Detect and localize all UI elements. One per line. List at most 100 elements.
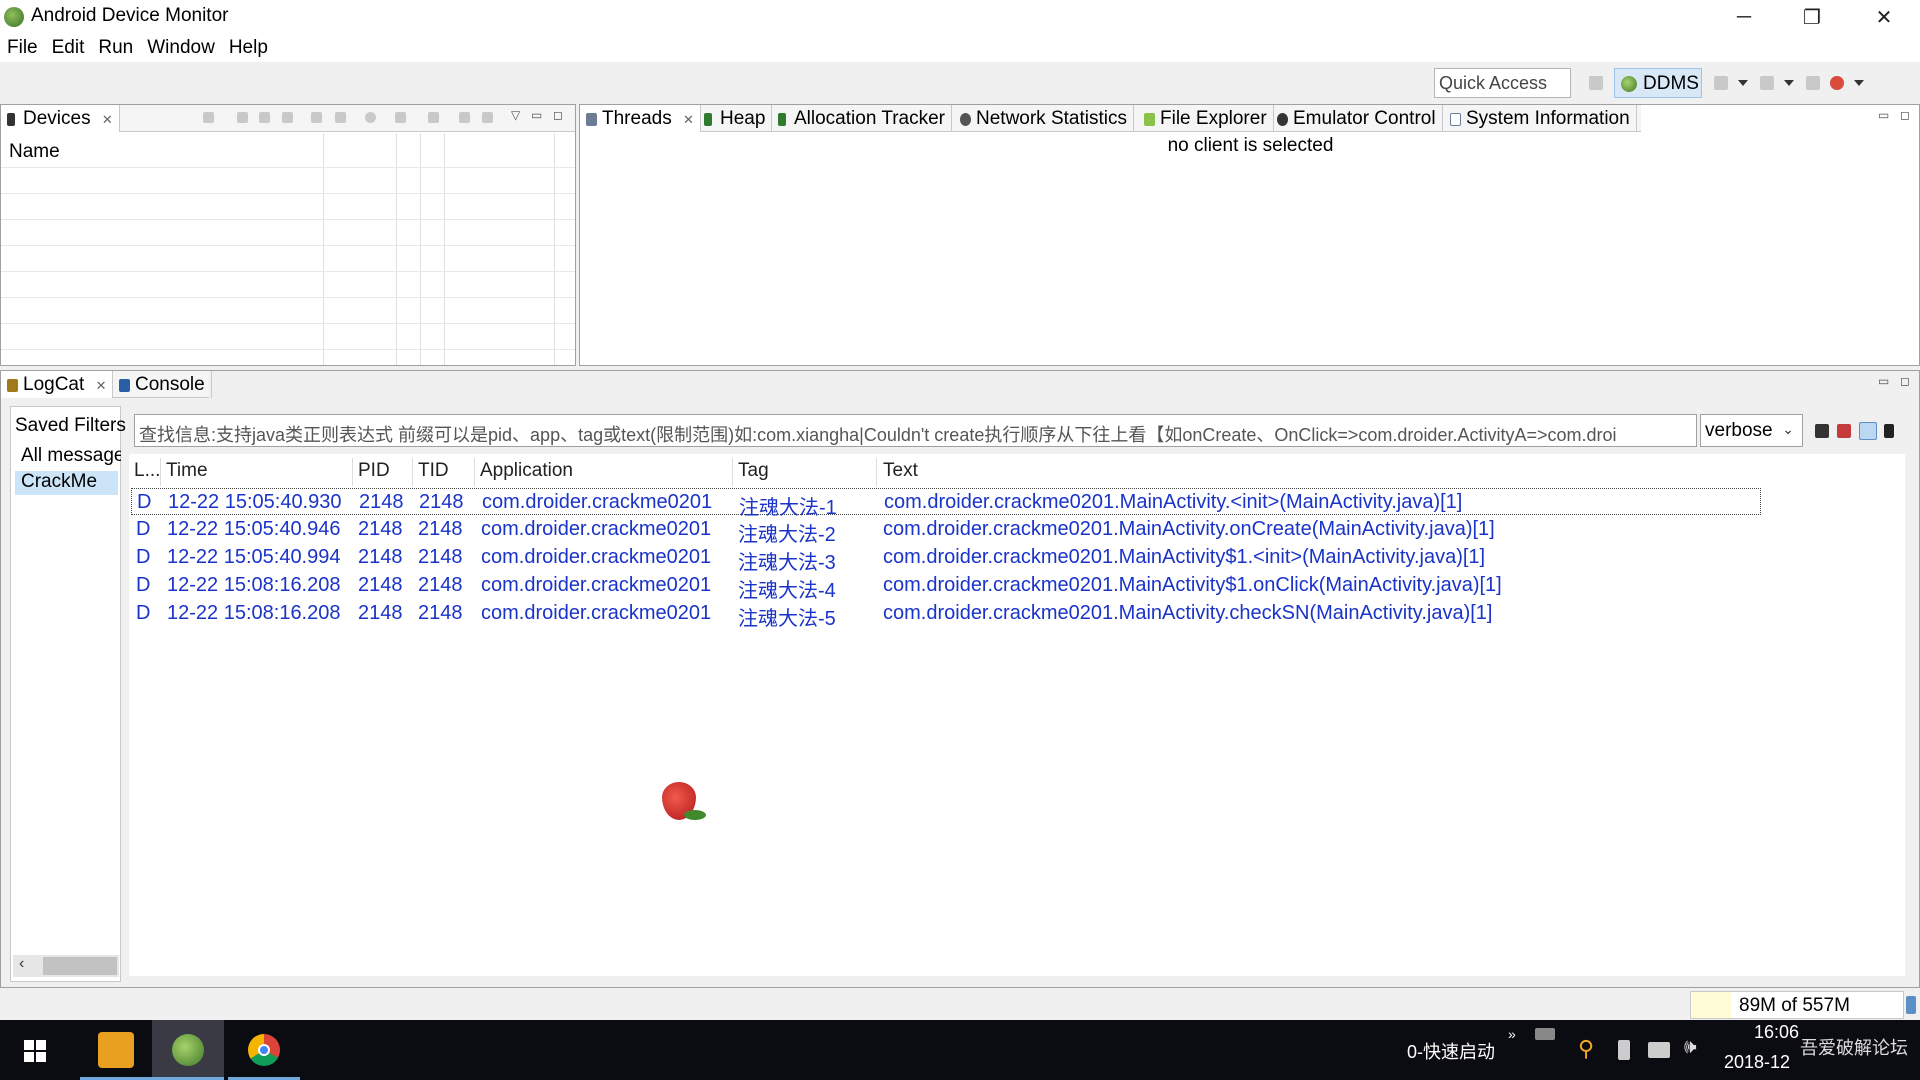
minimize-button[interactable]: ─ [1716, 0, 1772, 34]
tab-threads[interactable]: Threads ✕ [580, 105, 701, 132]
close-icon[interactable]: ✕ [683, 112, 694, 127]
col-text[interactable]: Text [883, 460, 918, 482]
chevron-down-icon[interactable] [1738, 80, 1748, 86]
clear-log-icon[interactable] [1837, 424, 1851, 438]
method-profiling-icon[interactable] [335, 112, 346, 123]
col-level[interactable]: L... [134, 460, 160, 482]
close-button[interactable]: ✕ [1856, 0, 1912, 34]
toggle-filters-icon[interactable] [1859, 422, 1877, 440]
main-toolbar: Quick Access DDMS [0, 62, 1920, 104]
minimize-view-icon[interactable]: ▭ [1878, 108, 1889, 122]
dump-hprof-icon[interactable] [259, 112, 270, 123]
filters-scrollbar[interactable]: ‹ [13, 955, 119, 977]
log-level-select[interactable]: verbose ⌄ [1700, 414, 1803, 447]
keyboard-icon[interactable] [1535, 1028, 1555, 1040]
ddms-perspective-button[interactable]: DDMS [1614, 68, 1702, 98]
tab-network-statistics[interactable]: Network Statistics [954, 105, 1134, 132]
cause-gc-icon[interactable] [282, 112, 293, 123]
logcat-search-input[interactable]: 查找信息:支持java类正则表达式 前缀可以是pid、app、tag或text(… [134, 414, 1697, 447]
tab-devices[interactable]: Devices ✕ [1, 105, 120, 132]
taskbar-chrome[interactable] [228, 1020, 300, 1080]
menu-run[interactable]: Run [91, 34, 140, 62]
quick-access-input[interactable]: Quick Access [1434, 68, 1571, 98]
col-application[interactable]: Application [480, 460, 573, 482]
tab-console[interactable]: Console [113, 371, 212, 398]
log-text: com.droider.crackme0201.MainActivity.onC… [883, 518, 1495, 540]
col-divider [412, 458, 413, 486]
logcat-icon [7, 379, 18, 392]
tab-emulator-control[interactable]: Emulator Control [1271, 105, 1443, 132]
save-log-icon[interactable] [1815, 424, 1829, 438]
systrace-icon[interactable] [459, 112, 470, 123]
table-row[interactable]: D 12-22 15:05:40.946 2148 2148 com.droider.c… [131, 516, 1761, 546]
table-row[interactable]: D 12-22 15:05:40.930 2148 2148 com.droider.c… [131, 488, 1761, 519]
volume-icon[interactable]: 🕪 [1684, 1036, 1697, 1059]
minimize-view-icon[interactable]: ▭ [1878, 374, 1889, 388]
clock-time[interactable]: 16:06 [1754, 1022, 1799, 1043]
log-tag: 注魂大法-5 [738, 608, 836, 630]
tab-allocation-tracker[interactable]: Allocation Tracker [772, 105, 953, 132]
scroll-lock-icon[interactable] [1884, 424, 1894, 438]
network-icon[interactable] [1648, 1042, 1670, 1058]
minimize-view-icon[interactable]: ▭ [531, 108, 542, 122]
col-tid[interactable]: TID [418, 460, 449, 482]
table-row[interactable]: D 12-22 15:05:40.994 2148 2148 com.droider.c… [131, 544, 1761, 574]
client-panel: Threads ✕ Heap Allocation Tracker Networ… [579, 104, 1920, 366]
filter-all-messages[interactable]: All messages [21, 445, 121, 467]
debug-process-icon[interactable] [203, 112, 214, 123]
col-time[interactable]: Time [166, 460, 208, 482]
maximize-view-icon[interactable]: ◻ [1900, 374, 1910, 388]
start-button[interactable] [0, 1020, 72, 1080]
scroll-left-icon[interactable]: ‹ [19, 955, 24, 973]
maximize-view-icon[interactable]: ◻ [553, 108, 563, 122]
menu-edit[interactable]: Edit [45, 34, 92, 62]
chevron-down-icon[interactable] [1784, 80, 1794, 86]
restore-button[interactable]: ❐ [1784, 0, 1840, 34]
clock-date[interactable]: 2018-12 [1724, 1052, 1790, 1073]
nav-forward-icon[interactable] [1760, 76, 1774, 90]
taskbar-device-monitor[interactable] [152, 1020, 224, 1080]
heap-status-text: 89M of 557M [1739, 995, 1850, 1016]
close-icon[interactable]: ✕ [96, 378, 107, 393]
menu-help[interactable]: Help [222, 34, 275, 62]
open-perspective-icon[interactable] [1589, 76, 1603, 90]
filter-crackme[interactable]: CrackMe [15, 471, 118, 495]
nav-last-edit-icon[interactable] [1806, 76, 1820, 90]
chevron-down-icon[interactable] [1854, 80, 1864, 86]
network-icon[interactable] [365, 112, 376, 123]
overflow-chevron-icon[interactable]: » [1508, 1026, 1516, 1042]
screen-capture-icon[interactable] [395, 112, 406, 123]
table-row[interactable]: D 12-22 15:08:16.208 2148 2148 com.droider.c… [131, 572, 1761, 602]
tab-logcat[interactable]: LogCat ✕ [1, 371, 114, 398]
windows-icon [24, 1040, 46, 1062]
col-pid[interactable]: PID [358, 460, 390, 482]
log-time: 12-22 15:05:40.946 [167, 518, 341, 540]
debug-icon[interactable] [1830, 76, 1844, 90]
scroll-thumb[interactable] [43, 957, 117, 975]
search-icon[interactable]: ⚲ [1578, 1036, 1594, 1062]
taskbar-7zip[interactable] [80, 1020, 152, 1080]
opengl-trace-icon[interactable] [482, 112, 493, 123]
view-menu-icon[interactable]: ▽ [511, 108, 520, 122]
nav-back-icon[interactable] [1714, 76, 1728, 90]
quick-start-label[interactable]: 0-快速启动 [1407, 1038, 1495, 1064]
stop-process-icon[interactable] [428, 112, 439, 123]
tab-file-explorer[interactable]: File Explorer [1138, 105, 1274, 132]
tab-sysinfo-label: System Information [1466, 108, 1630, 129]
update-heap-icon[interactable] [237, 112, 248, 123]
heap-status[interactable]: 89M of 557M [1690, 991, 1904, 1019]
maximize-view-icon[interactable]: ◻ [1900, 108, 1910, 122]
grid-divider [1, 245, 575, 246]
tab-system-information[interactable]: System Information [1444, 105, 1637, 132]
usb-icon[interactable] [1618, 1040, 1630, 1060]
update-threads-icon[interactable] [311, 112, 322, 123]
tab-heap[interactable]: Heap [698, 105, 773, 132]
log-tag: 注魂大法-2 [738, 524, 836, 546]
col-tag[interactable]: Tag [738, 460, 769, 482]
menu-window[interactable]: Window [140, 34, 222, 62]
log-tid: 2148 [419, 491, 464, 513]
menu-file[interactable]: File [0, 34, 45, 62]
trash-icon[interactable] [1906, 996, 1916, 1014]
close-icon[interactable]: ✕ [102, 112, 113, 127]
table-row[interactable]: D 12-22 15:08:16.208 2148 2148 com.droider.c… [131, 600, 1761, 630]
